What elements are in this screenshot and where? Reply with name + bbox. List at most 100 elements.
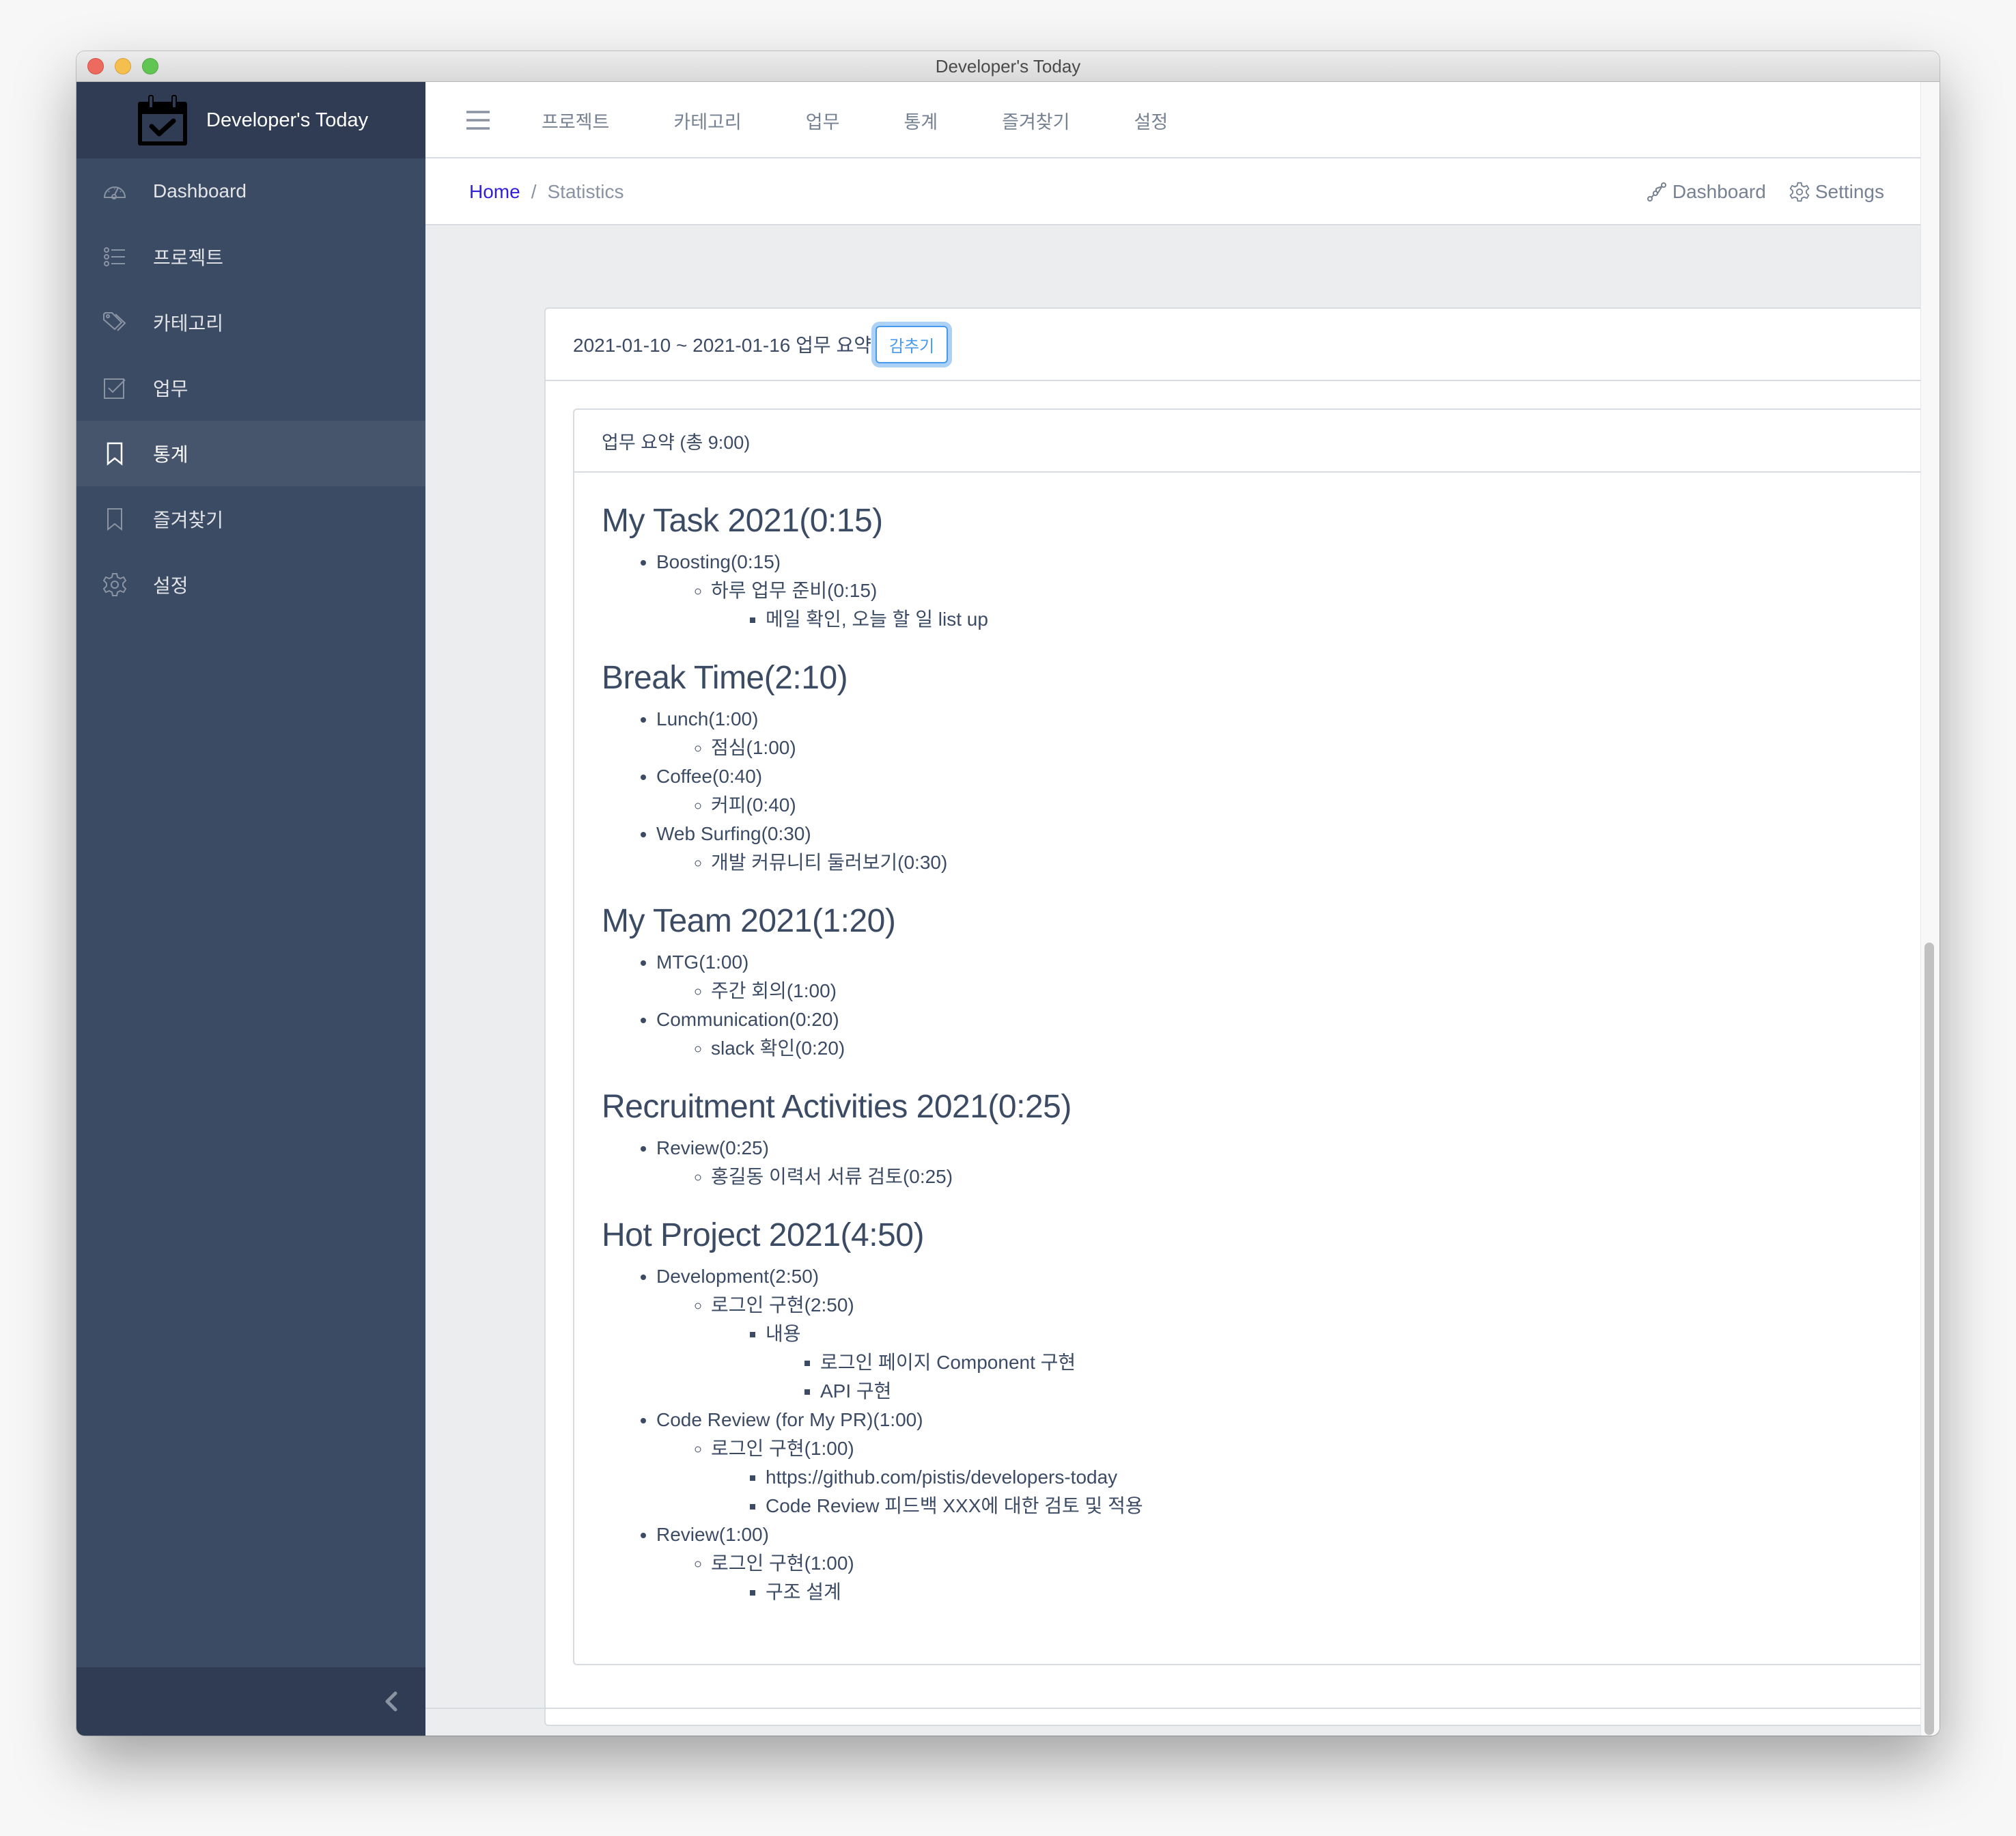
sidebar-footer bbox=[76, 1667, 425, 1736]
task-list-level-3: 메일 확인, 오늘 할 일 list up bbox=[711, 605, 1898, 634]
subheader: Home / Statistics Dashboard Settings bbox=[425, 158, 1928, 225]
header-nav-favorites[interactable]: 즐겨찾기 bbox=[1002, 107, 1069, 134]
summary-section: Hot Project 2021(4:50) Development(2:50) 로… bbox=[602, 1216, 1898, 1606]
list-item: 메일 확인, 오늘 할 일 list up bbox=[766, 605, 1898, 634]
list-item: Review(1:00) 로그인 구현(1:00) 구조 설계 bbox=[656, 1520, 1898, 1606]
list-item-label: 메일 확인, 오늘 할 일 list up bbox=[766, 609, 988, 630]
window-title: Developer's Today bbox=[935, 56, 1081, 76]
subheader-actions: Dashboard Settings bbox=[1623, 158, 1884, 225]
summary-section: My Task 2021(0:15) Boosting(0:15) 하루 업무 준비… bbox=[602, 501, 1898, 634]
task-list-level-1: Development(2:50) 로그인 구현(2:50) 내용로그인 페이지 C… bbox=[602, 1262, 1898, 1606]
sidebar-item-settings[interactable]: 설정 bbox=[76, 552, 425, 617]
list-item: 주간 회의(1:00) bbox=[711, 977, 1898, 1005]
subheader-dashboard-link[interactable]: Dashboard bbox=[1647, 181, 1766, 203]
period-title: 2021-01-10 ~ 2021-01-16 업무 요약 bbox=[573, 335, 871, 356]
sidebar-item-label: Dashboard bbox=[153, 180, 247, 201]
list-item-label: Communication(0:20) bbox=[656, 1009, 839, 1030]
list-item-label: Code Review (for My PR)(1:00) bbox=[656, 1409, 923, 1430]
list-item: API 구현 bbox=[820, 1377, 1898, 1406]
task-list-level-2: 로그인 구현(2:50) 내용로그인 페이지 Component 구현 API 구현 bbox=[656, 1291, 1898, 1406]
list-item: https://github.com/pistis/developers-tod… bbox=[766, 1463, 1898, 1492]
header-nav: 프로젝트 카테고리 업무 통계 즐겨찾기 설정 bbox=[542, 82, 1232, 158]
list-item: 점심(1:00) bbox=[711, 734, 1898, 762]
list-item: Communication(0:20) slack 확인(0:20) bbox=[656, 1005, 1898, 1063]
scrollbar-track[interactable] bbox=[1920, 82, 1940, 1736]
task-list-level-4: 로그인 페이지 Component 구현 API 구현 bbox=[766, 1348, 1898, 1406]
list-item: Lunch(1:00) 점심(1:00) bbox=[656, 705, 1898, 762]
sidebar-item-categories[interactable]: 카테고리 bbox=[76, 290, 425, 355]
hamburger-icon[interactable] bbox=[465, 109, 491, 131]
sidebar-item-label: 업무 bbox=[153, 378, 188, 400]
section-heading: Break Time(2:10) bbox=[602, 660, 848, 696]
list-icon bbox=[104, 247, 125, 266]
main-area: 프로젝트 카테고리 업무 통계 즐겨찾기 설정 Home / Statistic… bbox=[425, 82, 1940, 1736]
list-item: 내용로그인 페이지 Component 구현 API 구현 bbox=[766, 1320, 1898, 1406]
task-list-level-2: 로그인 구현(1:00) 구조 설계 bbox=[656, 1549, 1898, 1606]
sidebar-item-label: 카테고리 bbox=[153, 313, 224, 334]
chevron-left-icon[interactable] bbox=[378, 1688, 405, 1715]
breadcrumb-separator: / bbox=[531, 181, 537, 202]
summary-section: Break Time(2:10) Lunch(1:00) 점심(1:00) Coffe… bbox=[602, 658, 1898, 877]
breadcrumb-home-link[interactable]: Home bbox=[469, 181, 520, 203]
list-item: Boosting(0:15) 하루 업무 준비(0:15) 메일 확인, 오늘 할 … bbox=[656, 548, 1898, 634]
list-item: Web Surfing(0:30) 개발 커뮤니티 둘러보기(0:30) bbox=[656, 820, 1898, 877]
top-header: 프로젝트 카테고리 업무 통계 즐겨찾기 설정 bbox=[425, 82, 1928, 158]
scrollbar-thumb[interactable] bbox=[1924, 943, 1934, 1735]
list-item-label: 로그인 구현(1:00) bbox=[711, 1438, 854, 1459]
list-item: 구조 설계 bbox=[766, 1578, 1898, 1606]
list-item: 하루 업무 준비(0:15) 메일 확인, 오늘 할 일 list up bbox=[711, 576, 1898, 634]
list-item-label: 점심(1:00) bbox=[711, 737, 796, 758]
list-item-label: 주간 회의(1:00) bbox=[711, 980, 837, 1001]
weekly-summary-header: 2021-01-10 ~ 2021-01-16 업무 요약 감추기 bbox=[546, 309, 1940, 381]
list-item: 홍길동 이력서 서류 검토(0:25) bbox=[711, 1163, 1898, 1191]
task-list-level-3: https://github.com/pistis/developers-tod… bbox=[711, 1463, 1898, 1520]
subheader-settings-label: Settings bbox=[1815, 181, 1884, 202]
subheader-settings-link[interactable]: Settings bbox=[1789, 181, 1884, 203]
task-list-level-1: Boosting(0:15) 하루 업무 준비(0:15) 메일 확인, 오늘 할 … bbox=[602, 548, 1898, 634]
list-item-label: Lunch(1:00) bbox=[656, 708, 759, 729]
speedometer-icon bbox=[103, 186, 126, 199]
list-item-label: 로그인 페이지 Component 구현 bbox=[820, 1352, 1076, 1373]
header-nav-tasks[interactable]: 업무 bbox=[806, 107, 840, 134]
list-item: 로그인 페이지 Component 구현 bbox=[820, 1348, 1898, 1377]
sidebar-item-label: 설정 bbox=[153, 575, 188, 596]
sidebar-item-dashboard[interactable]: Dashboard bbox=[76, 158, 425, 224]
sidebar-brand[interactable]: Developer's Today bbox=[76, 82, 425, 158]
task-list-level-2: 점심(1:00) bbox=[656, 734, 1898, 762]
list-item: Development(2:50) 로그인 구현(2:50) 내용로그인 페이지 C… bbox=[656, 1262, 1898, 1406]
header-nav-categories[interactable]: 카테고리 bbox=[673, 107, 741, 134]
list-item-label: MTG(1:00) bbox=[656, 951, 749, 973]
header-nav-projects[interactable]: 프로젝트 bbox=[542, 107, 609, 134]
list-item-label: Coffee(0:40) bbox=[656, 766, 763, 787]
task-list-level-2: 주간 회의(1:00) bbox=[656, 977, 1898, 1005]
calendar-check-icon bbox=[138, 95, 187, 145]
list-item-label: https://github.com/pistis/developers-tod… bbox=[766, 1466, 1118, 1488]
list-item-label: 하루 업무 준비(0:15) bbox=[711, 580, 878, 601]
section-heading: My Task 2021(0:15) bbox=[602, 503, 883, 539]
task-list-level-2: 홍길동 이력서 서류 검토(0:25) bbox=[656, 1163, 1898, 1191]
breadcrumb: Home / Statistics bbox=[469, 158, 624, 225]
list-item: Coffee(0:40) 커피(0:40) bbox=[656, 762, 1898, 820]
list-item: MTG(1:00) 주간 회의(1:00) bbox=[656, 948, 1898, 1005]
task-list-level-1: MTG(1:00) 주간 회의(1:00) Communication(0:20) s… bbox=[602, 948, 1898, 1063]
list-item: 커피(0:40) bbox=[711, 791, 1898, 820]
task-list-level-1: Lunch(1:00) 점심(1:00) Coffee(0:40) 커피(0:40) W… bbox=[602, 705, 1898, 877]
app-window: Developer's Today Developer's Today Dash… bbox=[76, 51, 1940, 1736]
sidebar-item-favorites[interactable]: 즐겨찾기 bbox=[76, 486, 425, 552]
task-summary-body: My Task 2021(0:15) Boosting(0:15) 하루 업무 준비… bbox=[602, 473, 1898, 1620]
list-item: Code Review (for My PR)(1:00) 로그인 구현(1:00… bbox=[656, 1406, 1898, 1520]
sidebar-item-statistics[interactable]: 통계 bbox=[76, 421, 425, 486]
list-item-label: 구조 설계 bbox=[766, 1581, 841, 1602]
sidebar-item-projects[interactable]: 프로젝트 bbox=[76, 224, 425, 290]
header-nav-statistics[interactable]: 통계 bbox=[904, 107, 938, 134]
list-item: Code Review 피드백 XXX에 대한 검토 및 적용 bbox=[766, 1492, 1898, 1520]
sidebar-nav: Dashboard 프로젝트 카테고리 업무 통계 즐겨찾기 설정 bbox=[76, 158, 425, 617]
header-nav-settings[interactable]: 설정 bbox=[1134, 107, 1168, 134]
hide-button[interactable]: 감추기 bbox=[875, 325, 949, 363]
graph-icon bbox=[1647, 182, 1666, 201]
sidebar: Developer's Today Dashboard 프로젝트 카테고리 업무… bbox=[76, 82, 425, 1736]
section-heading: Recruitment Activities 2021(0:25) bbox=[602, 1089, 1072, 1125]
weekly-summary-card: 2021-01-10 ~ 2021-01-16 업무 요약 감추기 업무 요약 … bbox=[544, 307, 1940, 1726]
list-item: 개발 커뮤니티 둘러보기(0:30) bbox=[711, 848, 1898, 877]
sidebar-item-tasks[interactable]: 업무 bbox=[76, 355, 425, 421]
